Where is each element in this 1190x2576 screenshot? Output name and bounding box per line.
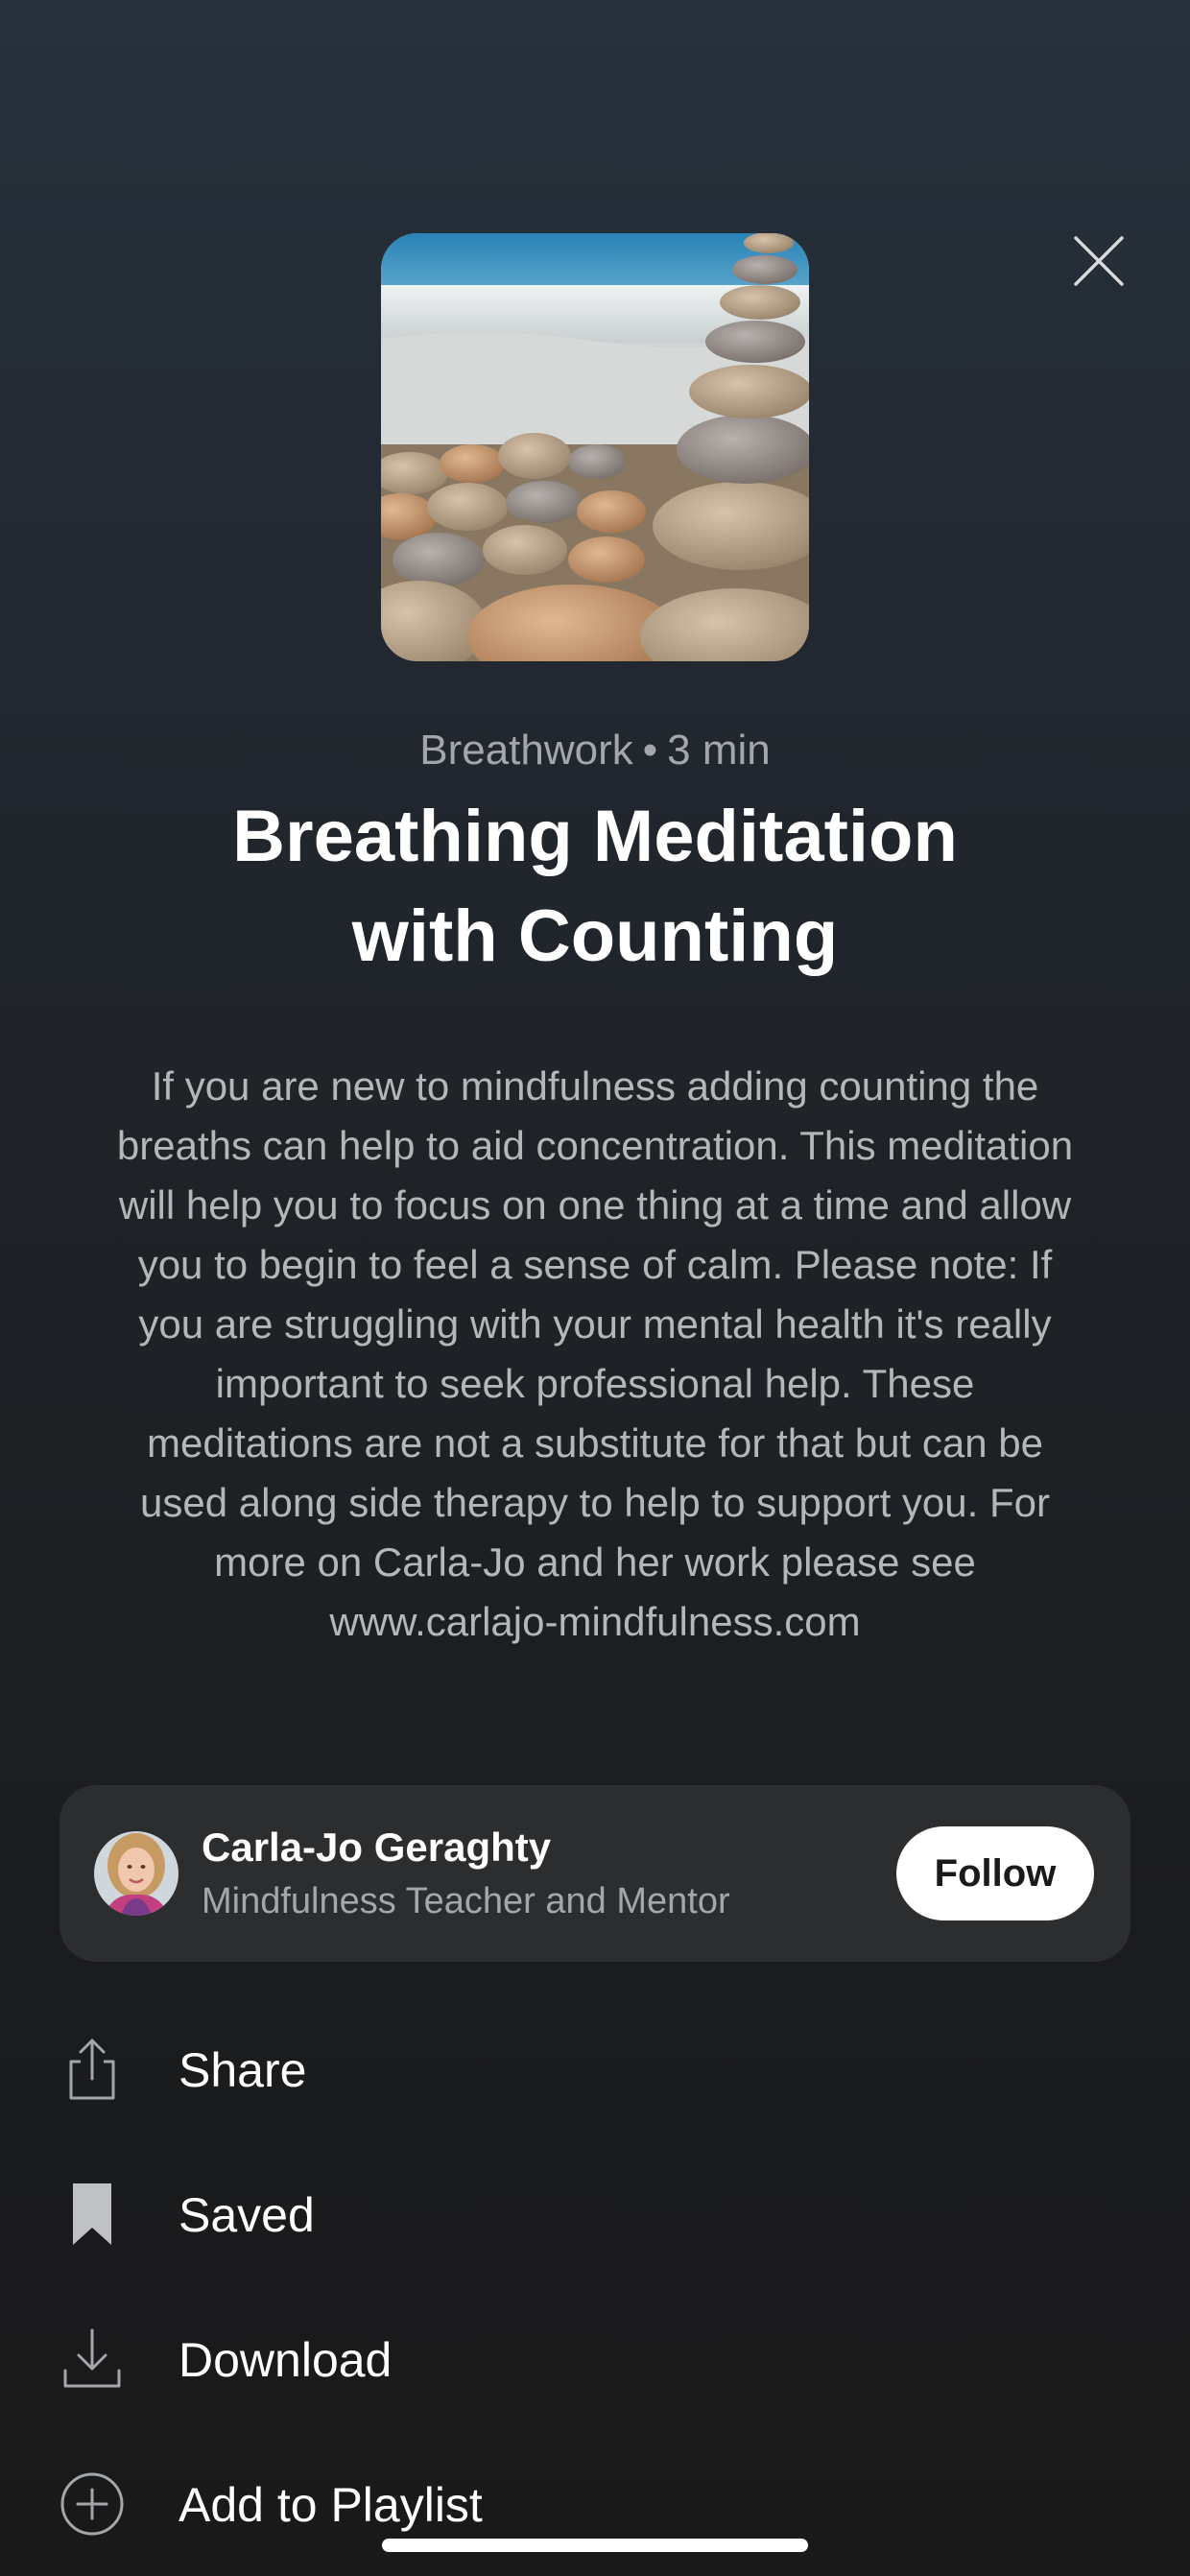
meta-separator: • (642, 727, 658, 774)
share-icon (60, 2037, 125, 2102)
download-icon (60, 2326, 125, 2392)
close-icon (1074, 236, 1124, 286)
session-title-line1: Breathing Meditation (232, 796, 958, 877)
session-title: Breathing Meditation with Counting (115, 787, 1075, 987)
add-circle-icon (60, 2471, 125, 2537)
session-category: Breathwork (419, 727, 633, 774)
session-duration: 3 min (667, 727, 771, 774)
share-label: Share (178, 2043, 307, 2097)
cover-image (381, 233, 809, 661)
avatar[interactable] (94, 1831, 178, 1916)
follow-button[interactable]: Follow (896, 1826, 1094, 1920)
share-button[interactable]: Share (0, 2007, 1190, 2132)
download-button[interactable]: Download (0, 2297, 1190, 2421)
download-label: Download (178, 2333, 393, 2387)
author-role: Mindfulness Teacher and Mentor (202, 1881, 730, 1921)
author-card[interactable]: Carla-Jo Geraghty Mindfulness Teacher an… (60, 1785, 1130, 1962)
add-to-playlist-label: Add to Playlist (178, 2478, 483, 2532)
author-name[interactable]: Carla-Jo Geraghty (202, 1822, 551, 1873)
home-indicator[interactable] (382, 2539, 808, 2552)
session-title-line2: with Counting (351, 895, 839, 977)
saved-button[interactable]: Saved (0, 2152, 1190, 2277)
bookmark-icon (60, 2182, 125, 2247)
session-meta: Breathwork • 3 min (0, 720, 1190, 781)
session-description: If you are new to mindfulness adding cou… (116, 1063, 1074, 1644)
saved-label: Saved (178, 2188, 315, 2242)
close-button[interactable] (1072, 234, 1126, 288)
